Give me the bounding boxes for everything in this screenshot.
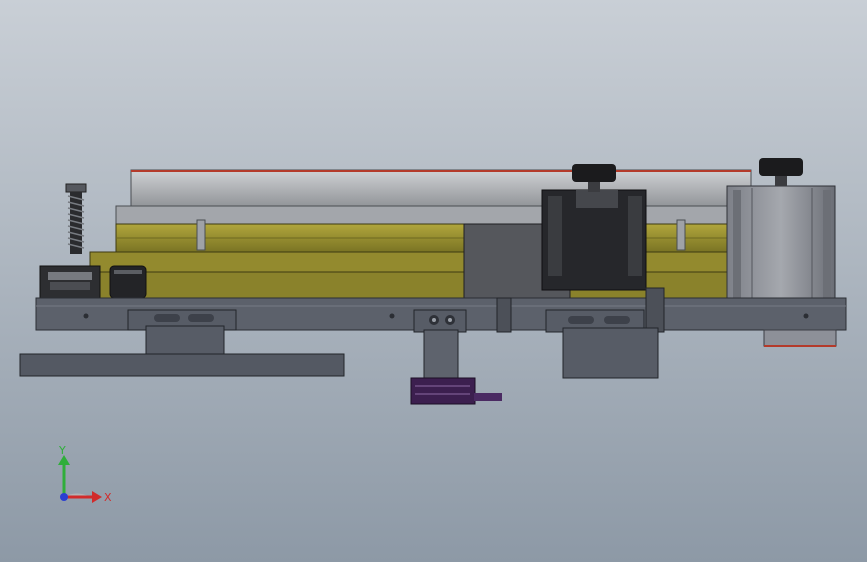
stepper-motor-left[interactable] [541, 189, 647, 291]
guide-pin-left [196, 219, 206, 251]
cad-viewport[interactable]: X Y [0, 0, 867, 562]
triad-y-label: Y [58, 444, 66, 457]
triad-x-label: X [104, 491, 112, 504]
support-post-2 [645, 287, 665, 333]
motor-flange-right[interactable] [763, 329, 837, 347]
triad-z-axis [60, 493, 68, 501]
mounting-bracket-right[interactable] [545, 309, 659, 379]
cad-canvas[interactable]: X Y [0, 0, 867, 562]
stepper-motor-right[interactable] [726, 185, 836, 301]
support-post-1 [496, 297, 512, 333]
timing-pulley-right[interactable] [109, 265, 147, 299]
timing-pulley-left[interactable] [39, 265, 101, 299]
top-silver-plate[interactable] [130, 169, 752, 209]
guide-pin-right [676, 219, 686, 251]
